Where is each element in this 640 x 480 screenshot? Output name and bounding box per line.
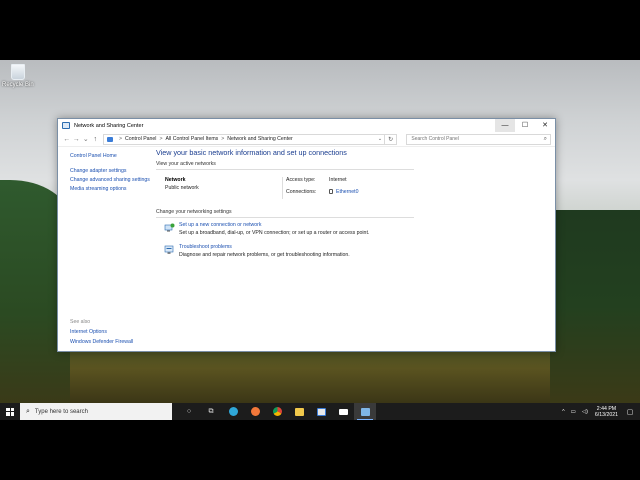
see-also-label: See also [70,319,91,325]
system-tray: ^ ▭ ◁) 2:44 PM 6/13/2021 ▢ [559,406,640,418]
maximize-button[interactable]: ☐ [515,119,535,132]
show-hidden-icons-chevron-icon[interactable]: ^ [562,409,565,415]
network-tray-icon[interactable]: ▭ [571,409,576,415]
sidebar-media-streaming[interactable]: Media streaming options [70,186,150,192]
folder-icon [294,407,304,416]
recycle-bin-icon [11,64,25,80]
control-panel-icon [107,136,113,142]
title-bar[interactable]: Network and Sharing Center — ☐ ✕ [58,119,555,132]
clock-date: 6/13/2021 [594,411,618,418]
network-sharing-window: Network and Sharing Center — ☐ ✕ ← → ⌄ ↑… [57,118,556,352]
window-title: Network and Sharing Center [74,122,144,129]
network-name: Network [165,177,186,183]
change-settings-label: Change your networking settings [156,209,414,218]
new-connection-link[interactable]: Set up a new connection or network [179,222,369,228]
access-type-label: Access type: [286,177,316,183]
network-center-app-icon [62,122,70,129]
task-view-button[interactable]: ⧉ [200,403,222,420]
up-arrow-icon[interactable]: ↑ [91,136,101,143]
firefox-icon [250,407,260,416]
breadcrumb-separator: > [119,136,123,142]
troubleshoot-desc: Diagnose and repair network problems, or… [179,252,350,258]
recent-locations-chevron-icon[interactable]: ⌄ [81,135,91,143]
sidebar-internet-options[interactable]: Internet Options [70,329,133,335]
start-button[interactable] [0,403,20,420]
access-type-value: Internet [329,177,347,183]
recycle-bin-label: Recycle Bin [2,82,34,88]
file-explorer-taskbar-button[interactable] [288,403,310,420]
new-connection-desc: Set up a broadband, dial-up, or VPN conn… [179,230,370,236]
breadcrumb-separator: > [159,136,163,142]
cortana-button[interactable]: ○ [178,403,200,420]
sidebar: Control Panel Home Change adapter settin… [70,153,150,195]
firefox-taskbar-button[interactable] [244,403,266,420]
address-dropdown-icon[interactable]: ⌄ [376,136,384,142]
taskbar: ⌕ Type here to search ○ ⧉ ^ ▭ ◁) 2:44 PM… [0,403,640,420]
store-icon [316,407,326,416]
edge-icon [228,407,238,416]
control-panel-taskbar-button[interactable] [354,403,376,420]
clock-time: 2:44 PM [596,405,617,412]
sidebar-defender-firewall[interactable]: Windows Defender Firewall [70,339,133,345]
connections-label: Connections: [286,189,317,195]
new-connection-icon [164,223,175,232]
search-box[interactable]: ⌕ [406,133,552,145]
troubleshoot-icon [164,245,174,254]
sidebar-advanced-sharing[interactable]: Change advanced sharing settings [70,177,150,183]
back-arrow-icon[interactable]: ← [62,136,72,143]
breadcrumb-network-center[interactable]: Network and Sharing Center [227,136,292,142]
mail-taskbar-button[interactable] [332,403,354,420]
ethernet-icon [329,189,333,195]
divider [282,177,283,199]
troubleshoot-link[interactable]: Troubleshoot problems [179,244,350,250]
search-input[interactable] [411,136,537,142]
store-taskbar-button[interactable] [310,403,332,420]
task-troubleshoot: Troubleshoot problems Diagnose and repai… [164,244,546,258]
clock[interactable]: 2:44 PM 6/13/2021 [595,406,618,418]
edge-taskbar-button[interactable] [222,403,244,420]
forward-arrow-icon[interactable]: → [72,136,82,143]
see-also-section: See also Internet Options Windows Defend… [70,319,133,349]
ethernet-connection-link[interactable]: Ethernet0 [336,189,359,195]
search-icon[interactable]: ⌕ [544,136,547,143]
sidebar-change-adapter[interactable]: Change adapter settings [70,168,150,174]
recycle-bin-shortcut[interactable]: Recycle Bin [2,64,34,88]
trees-scenery [550,210,640,403]
network-type-link[interactable]: Public network [165,185,282,191]
breadcrumb-control-panel[interactable]: Control Panel [125,136,156,142]
windows-logo-icon [6,407,14,416]
task-view-icon: ⧉ [208,407,214,415]
minimize-button[interactable]: — [495,119,515,132]
main-content: View your basic network information and … [156,148,546,258]
breadcrumb-all-items[interactable]: All Control Panel Items [166,136,219,142]
breadcrumb-separator: > [221,136,225,142]
volume-icon[interactable]: ◁) [582,409,588,415]
active-networks-label: View your active networks [156,161,414,170]
taskbar-search-box[interactable]: ⌕ Type here to search [20,403,172,420]
notification-icon[interactable]: ▢ [624,408,636,416]
task-new-connection: Set up a new connection or network Set u… [164,222,546,236]
cortana-circle-icon: ○ [186,408,192,415]
active-network-row: Network Public network Access type: Inte… [156,177,546,199]
sidebar-control-panel-home[interactable]: Control Panel Home [70,153,150,159]
search-icon: ⌕ [26,407,30,415]
page-title: View your basic network information and … [156,148,347,157]
address-bar-row: ← → ⌄ ↑ > Control Panel > All Control Pa… [58,132,555,147]
address-field[interactable]: > Control Panel > All Control Panel Item… [103,133,385,145]
mail-icon [338,408,348,415]
network-center-taskbar-icon [360,407,370,416]
refresh-icon[interactable]: ↻ [385,133,398,145]
chrome-icon [272,407,282,416]
chrome-taskbar-button[interactable] [266,403,288,420]
close-button[interactable]: ✕ [535,119,555,132]
taskbar-search-placeholder: Type here to search [34,408,88,415]
